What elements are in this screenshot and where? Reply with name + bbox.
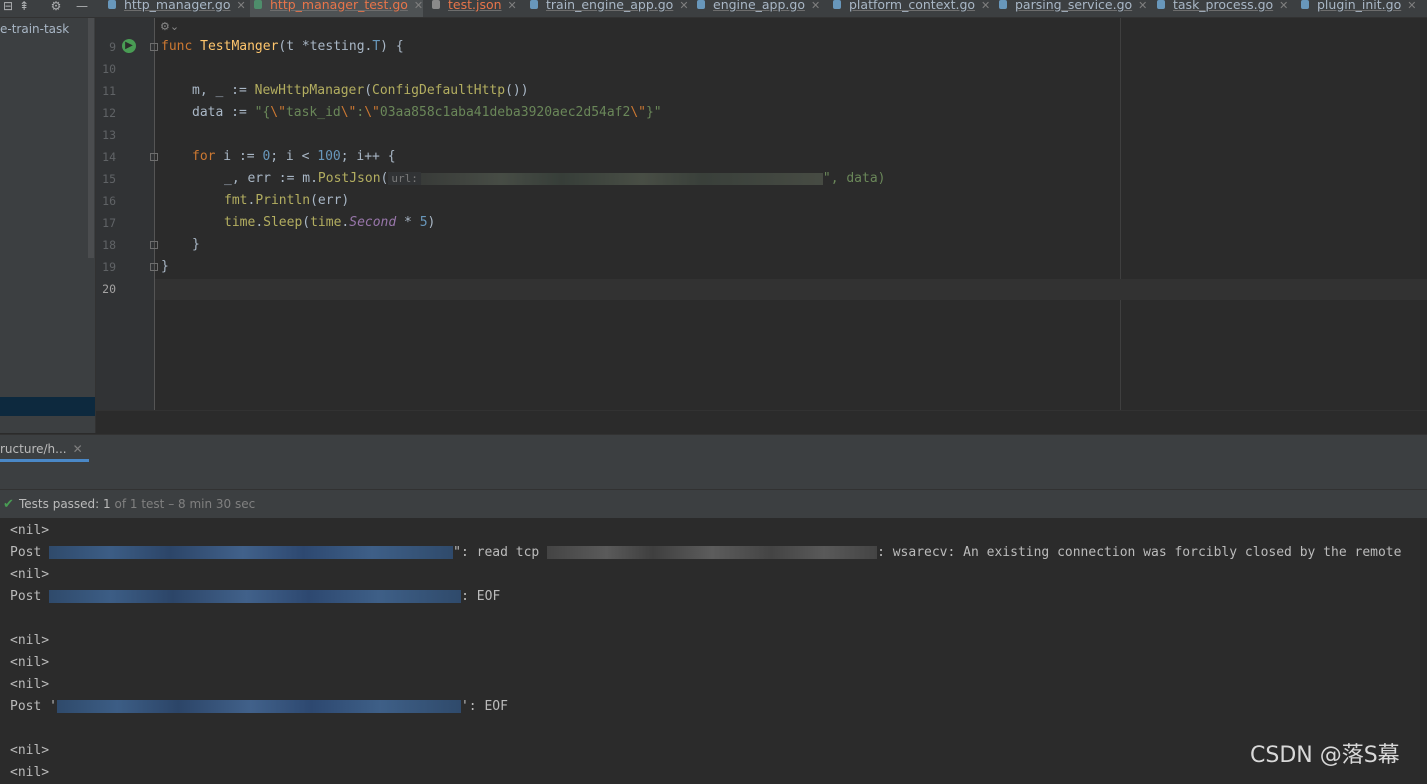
- close-icon[interactable]: ✕: [1279, 0, 1288, 12]
- code-line-18[interactable]: }: [192, 234, 200, 256]
- console-line: <nil>: [10, 523, 50, 538]
- tab-parsing-service[interactable]: parsing_service.go ✕: [995, 0, 1147, 17]
- close-icon[interactable]: ✕: [414, 0, 423, 12]
- fold-icon[interactable]: [150, 241, 158, 249]
- line-number: 20: [102, 282, 116, 296]
- fold-icon[interactable]: [150, 263, 158, 271]
- editor-gutter[interactable]: [96, 18, 154, 410]
- run-config-tab[interactable]: ructure/h... ✕: [0, 435, 89, 462]
- go-test-file-icon: [254, 0, 262, 9]
- code-line-9[interactable]: func TestManger(t *testing.T) {: [161, 36, 404, 58]
- inspection-icon[interactable]: ⚙⌄: [160, 20, 179, 33]
- line-number: 10: [102, 62, 116, 76]
- tab-test-json[interactable]: test.json ✕: [428, 0, 517, 17]
- gutter-divider: [154, 18, 155, 410]
- project-scrollbar[interactable]: [88, 18, 94, 258]
- line-number: 19: [102, 260, 116, 274]
- close-icon[interactable]: ✕: [508, 0, 517, 12]
- right-margin-guide: [1120, 18, 1121, 410]
- project-tool-window[interactable]: e-train-task: [0, 18, 96, 433]
- close-icon[interactable]: ✕: [237, 0, 246, 12]
- project-tree-item[interactable]: e-train-task: [0, 22, 69, 36]
- console-line: <nil>: [10, 765, 50, 780]
- close-icon[interactable]: ✕: [679, 0, 688, 12]
- tab-engine-app[interactable]: engine_app.go ✕: [693, 0, 820, 17]
- line-number: 14: [102, 150, 116, 164]
- tab-task-process[interactable]: task_process.go ✕: [1153, 0, 1288, 17]
- code-line-19[interactable]: }: [161, 256, 169, 278]
- code-line-11[interactable]: m, _ := NewHttpManager(ConfigDefaultHttp…: [192, 80, 529, 102]
- run-toolbar: [0, 462, 1427, 490]
- json-file-icon: [432, 0, 440, 9]
- close-icon[interactable]: ✕: [811, 0, 820, 12]
- close-icon[interactable]: ✕: [1138, 0, 1147, 12]
- redacted-url: [56, 700, 461, 713]
- fold-icon[interactable]: [150, 153, 158, 161]
- parameter-hint: url:: [388, 172, 421, 185]
- redacted-url: [49, 590, 462, 603]
- fold-icon[interactable]: [150, 43, 158, 51]
- console-line: <nil>: [10, 567, 50, 582]
- line-number: 16: [102, 194, 116, 208]
- redacted-url: [420, 172, 823, 185]
- tab-http-manager-test[interactable]: http_manager_test.go ✕: [250, 0, 424, 17]
- console-line: <nil>: [10, 655, 50, 670]
- line-number: 9: [109, 40, 116, 54]
- current-line-highlight: [155, 279, 1427, 300]
- tab-http-manager[interactable]: http_manager.go ✕: [104, 0, 246, 17]
- line-number: 12: [102, 106, 116, 120]
- test-status-text: Tests passed: 1 of 1 test – 8 min 30 sec: [19, 497, 256, 511]
- code-line-16[interactable]: fmt.Println(err): [224, 190, 349, 212]
- editor-tab-bar: ⊟ ⇞ ⚙ — http_manager.go ✕ http_manager_te…: [0, 0, 1427, 18]
- go-file-icon: [833, 0, 841, 9]
- layout-icon[interactable]: ⊟: [0, 0, 16, 17]
- run-tool-window-header: ructure/h... ✕: [0, 434, 1427, 463]
- go-file-icon: [999, 0, 1007, 9]
- redacted-url: [49, 546, 454, 559]
- gear-icon[interactable]: ⚙: [48, 0, 64, 17]
- console-line: <nil>: [10, 633, 50, 648]
- close-icon[interactable]: ✕: [981, 0, 990, 12]
- check-icon: ✔: [3, 497, 14, 512]
- line-number: 11: [102, 84, 116, 98]
- line-number: 17: [102, 216, 116, 230]
- console-line: Post ": read tcp : wsarecv: An existing …: [10, 545, 1402, 560]
- tab-train-engine-app[interactable]: train_engine_app.go ✕: [526, 0, 689, 17]
- test-status-bar: ✔ Tests passed: 1 of 1 test – 8 min 30 s…: [0, 490, 1427, 519]
- close-icon[interactable]: ✕: [73, 442, 83, 456]
- run-test-icon[interactable]: ▶: [122, 39, 136, 53]
- tab-plugin-init[interactable]: plugin_init.go ✕: [1297, 0, 1416, 17]
- line-number: 13: [102, 128, 116, 142]
- line-number: 18: [102, 238, 116, 252]
- code-line-15[interactable]: _, err := m.PostJson(url: ", data): [224, 168, 886, 190]
- collapse-icon[interactable]: ⇞: [16, 0, 32, 17]
- code-line-17[interactable]: time.Sleep(time.Second * 5): [224, 212, 435, 234]
- go-file-icon: [1301, 0, 1309, 9]
- tab-platform-context[interactable]: platform_context.go ✕: [829, 0, 990, 17]
- close-icon[interactable]: ✕: [1407, 0, 1416, 12]
- line-number: 15: [102, 172, 116, 186]
- go-file-icon: [1157, 0, 1165, 9]
- console-line: Post ' ': EOF: [10, 699, 508, 714]
- editor-horizontal-scroll[interactable]: [96, 410, 1427, 435]
- redacted-address: [547, 546, 878, 559]
- console-line: Post : EOF: [10, 589, 501, 604]
- code-line-12[interactable]: data := "{\"task_id\":\"03aa858c1aba41de…: [192, 102, 662, 124]
- console-line: <nil>: [10, 743, 50, 758]
- minimize-icon[interactable]: —: [74, 0, 90, 17]
- go-file-icon: [697, 0, 705, 9]
- go-file-icon: [108, 0, 116, 9]
- selected-tree-row[interactable]: [0, 397, 95, 416]
- console-line: <nil>: [10, 677, 50, 692]
- watermark: CSDN @落S幕: [1250, 743, 1400, 768]
- code-line-14[interactable]: for i := 0; i < 100; i++ {: [192, 146, 396, 168]
- go-file-icon: [530, 0, 538, 9]
